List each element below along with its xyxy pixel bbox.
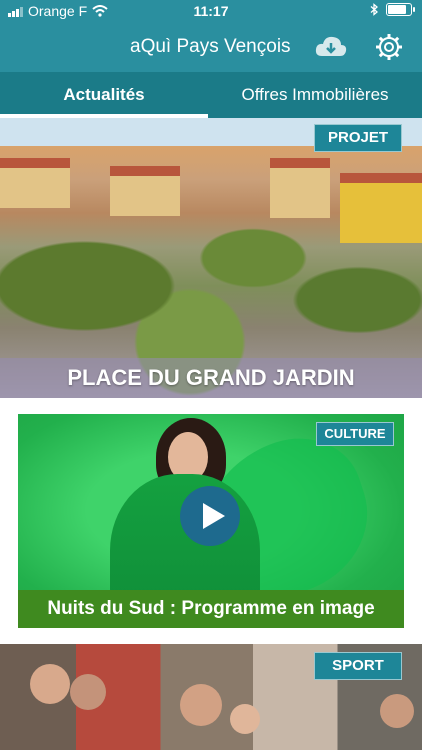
clock: 11:17 (193, 3, 229, 19)
settings-gear-icon[interactable] (374, 32, 404, 62)
article-title: Nuits du Sud : Programme en image (18, 590, 404, 628)
tab-actualites[interactable]: Actualités (0, 72, 208, 118)
article-card[interactable]: SPORT (0, 644, 422, 750)
download-cloud-icon[interactable] (314, 32, 348, 62)
article-card[interactable]: PROJET PLACE DU GRAND JARDIN (0, 118, 422, 398)
tab-bar: Actualités Offres Immobilières (0, 72, 422, 118)
status-bar: Orange F 11:17 (0, 0, 422, 22)
top-bar: aQuì Pays Vençois (0, 22, 422, 72)
article-photo (0, 118, 422, 398)
app-title: aQuì Pays Vençois (130, 36, 291, 57)
article-title: PLACE DU GRAND JARDIN (0, 358, 422, 398)
bluetooth-icon (370, 3, 378, 16)
category-badge: PROJET (314, 124, 402, 152)
status-right (370, 3, 415, 16)
play-icon[interactable] (180, 486, 240, 546)
tab-offres-immobilieres[interactable]: Offres Immobilières (208, 72, 422, 118)
video-card[interactable]: CULTURE Nuits du Sud : Programme en imag… (18, 414, 404, 628)
category-badge: SPORT (314, 652, 402, 680)
battery-icon (386, 3, 415, 16)
category-badge: CULTURE (316, 422, 394, 446)
